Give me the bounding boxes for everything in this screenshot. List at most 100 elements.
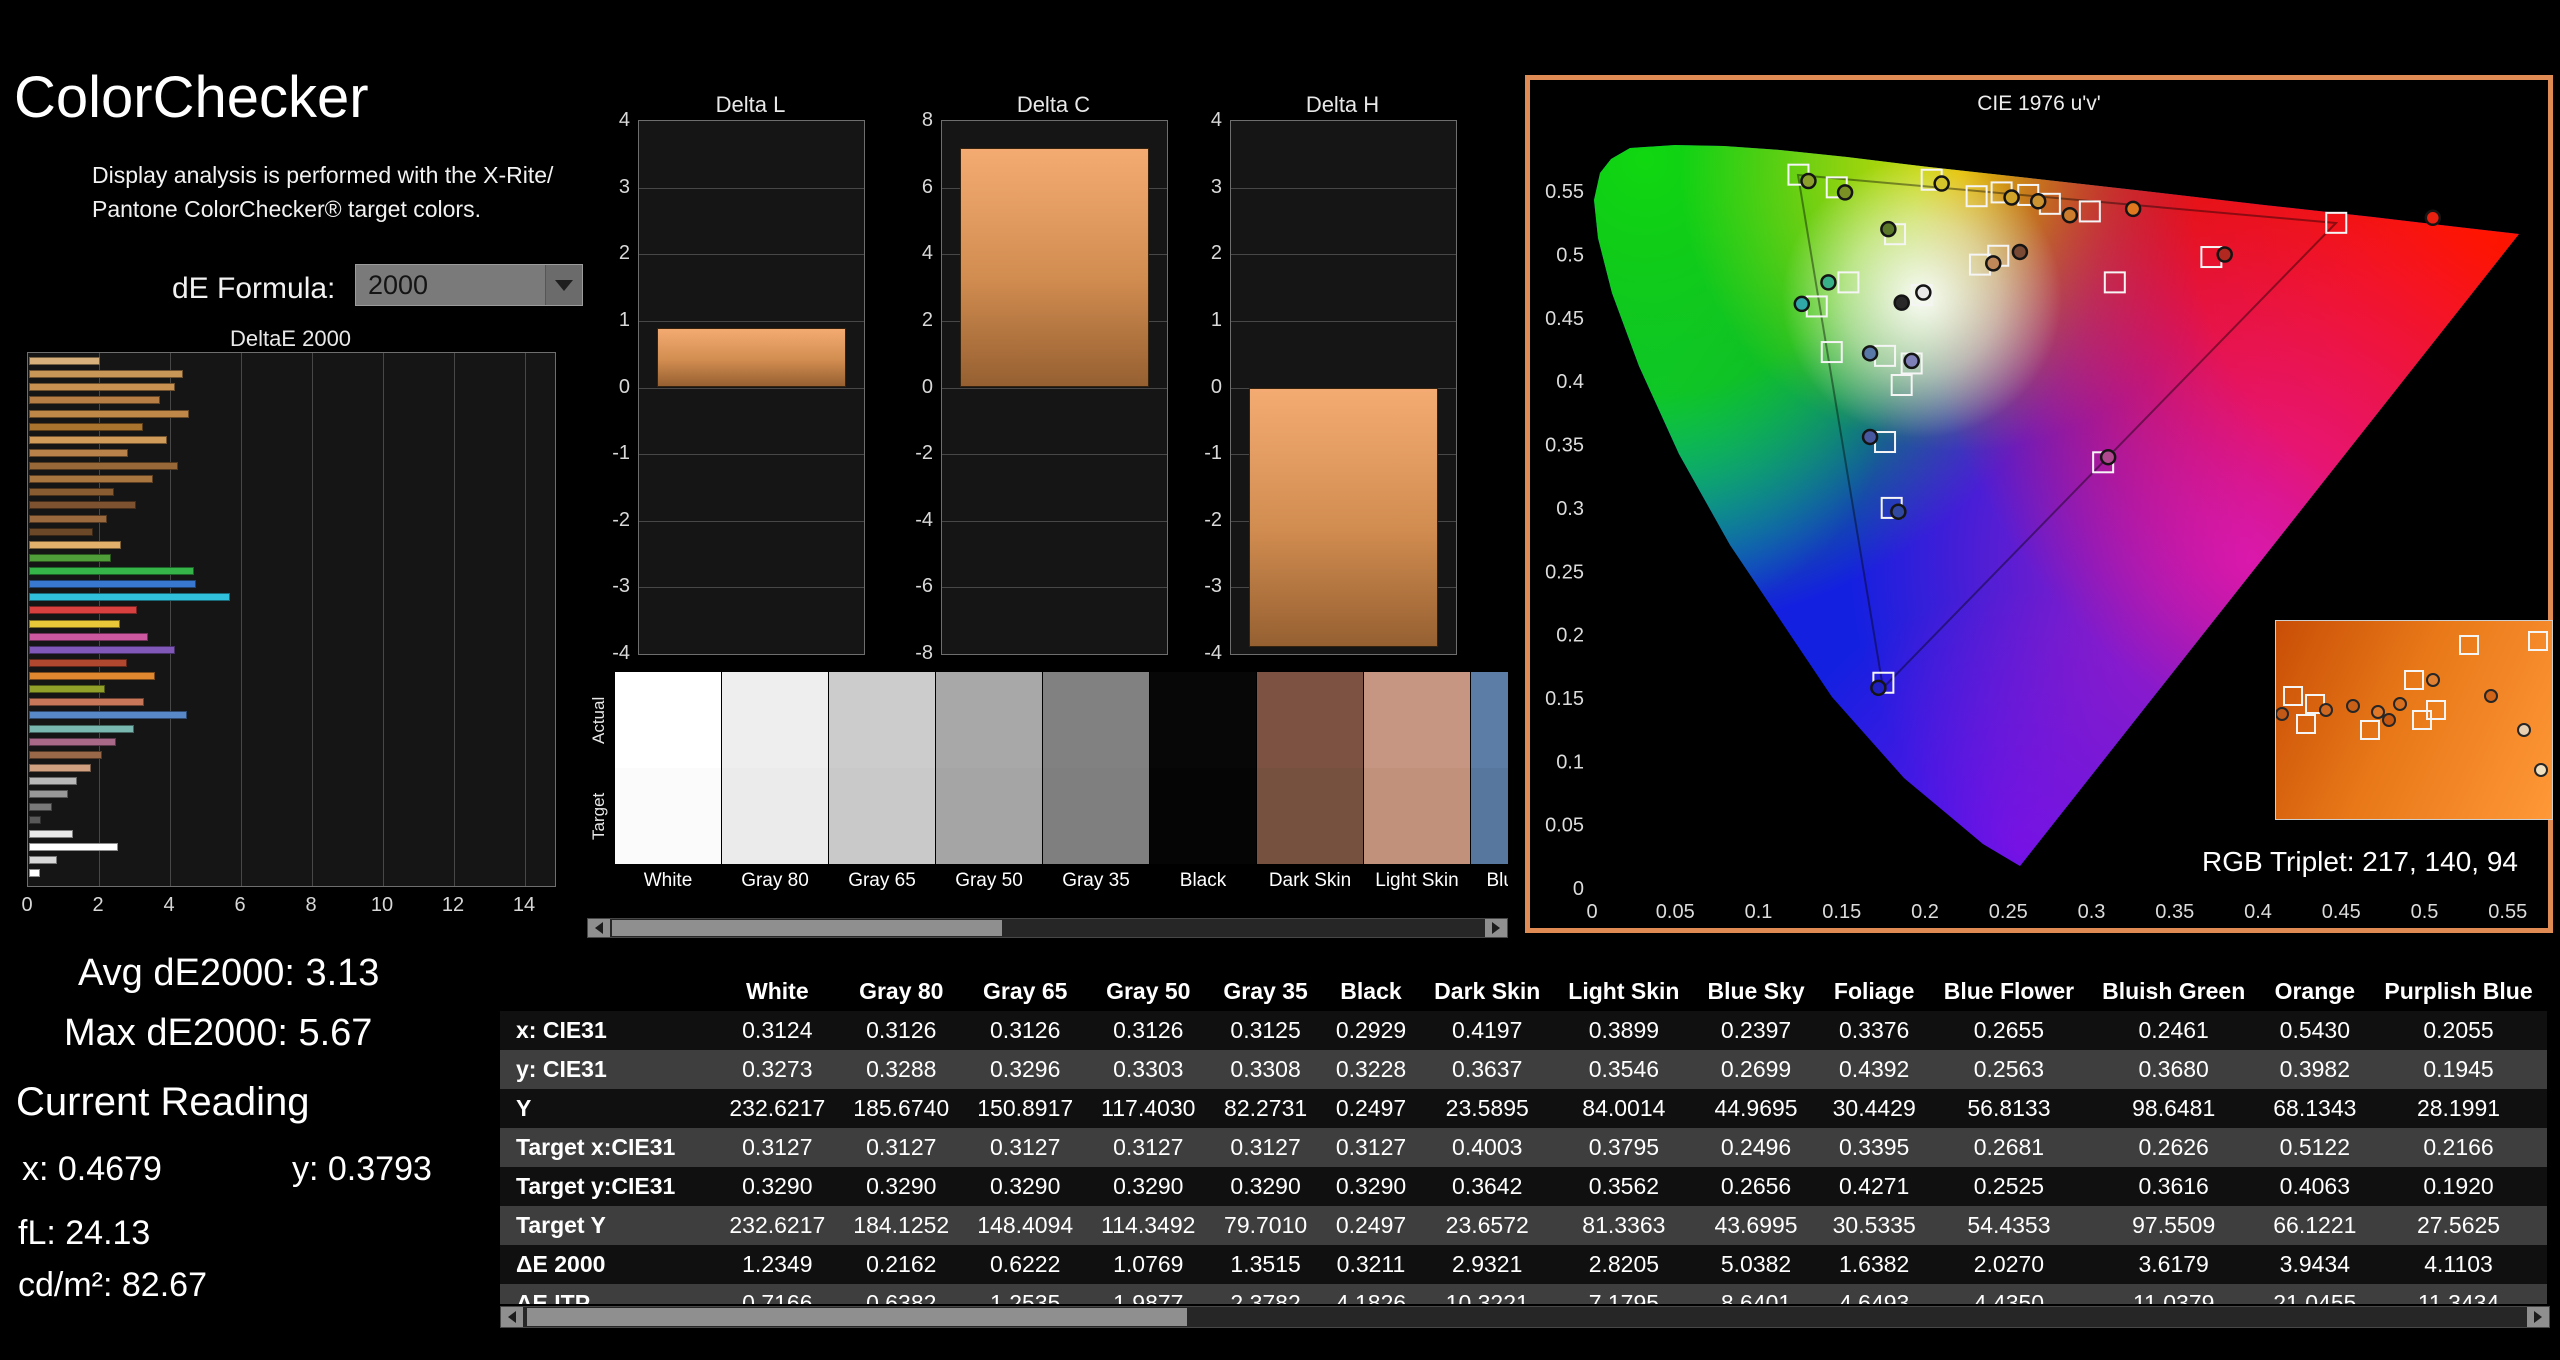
deltae-gridline xyxy=(241,353,242,886)
current-reading-label: Current Reading xyxy=(16,1080,310,1124)
table-cell: 0.3211 xyxy=(1336,1251,1406,1277)
cie-diagram-panel: 0 0.05 0.1 0.15 0.2 0.25 0.3 0.35 0.4 0.45 0.5 0.55… xyxy=(1525,75,2553,933)
table-cell: 0.4063 xyxy=(2279,1173,2351,1199)
table-cell: 1.6382 xyxy=(1839,1251,1910,1277)
swatch-target-color xyxy=(1257,768,1363,864)
table-cell: 0.4392 xyxy=(1839,1056,1910,1082)
delta_c-bar xyxy=(960,147,1149,388)
table-cell: 0.3546 xyxy=(1588,1056,1660,1082)
measured-marker xyxy=(2011,243,2029,261)
table-cell: 79.7010 xyxy=(1224,1212,1308,1238)
swatch-actual-color xyxy=(615,672,721,768)
cie-y-tick-label: 0.45 xyxy=(1545,308,1584,330)
deltae-bar xyxy=(29,829,74,838)
table-cell: 2.9321 xyxy=(1452,1251,1523,1277)
table-cell: 150.8917 xyxy=(977,1095,1074,1121)
delta-y-tick-label: -4 xyxy=(612,642,630,664)
cie-inset-zoom xyxy=(2275,620,2553,820)
table-cell: 0.2929 xyxy=(1335,1017,1407,1043)
scroll-right-button[interactable] xyxy=(2527,1307,2549,1327)
dropdown-arrow-icon[interactable] xyxy=(545,265,582,305)
table-cell: 2.8205 xyxy=(1588,1251,1660,1277)
table-cell: 0.3127 xyxy=(1230,1134,1301,1160)
cie-x-tick-label: 0.2 xyxy=(1911,901,1939,923)
table-cell: 4.4350 xyxy=(1973,1290,2045,1304)
table-cell: 97.5509 xyxy=(2132,1212,2216,1238)
delta-y-tick-label: 0 xyxy=(921,375,933,398)
table-cell: 1.9877 xyxy=(1113,1290,1184,1304)
table-scrollbar[interactable] xyxy=(500,1306,2550,1328)
description: Display analysis is performed with the X… xyxy=(92,158,553,226)
inset-measured-marker xyxy=(2533,762,2548,777)
table-cell: 185.6740 xyxy=(853,1095,950,1121)
swatch-scrollbar[interactable] xyxy=(587,918,1508,938)
delta-h-chart xyxy=(1230,120,1457,655)
deltae-bar xyxy=(29,553,111,562)
measured-marker xyxy=(2424,209,2442,227)
table-cell: 1.2349 xyxy=(742,1251,813,1277)
scroll-left-button[interactable] xyxy=(588,919,610,937)
table-cell: 0.3616 xyxy=(2138,1173,2209,1199)
table-cell: 0.4003 xyxy=(1452,1134,1523,1160)
table-cell: 0.3680 xyxy=(2138,1056,2209,1082)
table-cell: 4.1826 xyxy=(1335,1290,1407,1304)
delta-y-tick-label: -2 xyxy=(915,442,933,465)
delta-y-tick-label: -3 xyxy=(612,575,630,598)
measured-marker xyxy=(1836,184,1854,201)
column-header: Purplish Blue xyxy=(2370,972,2547,1011)
swatch-target-color xyxy=(1043,768,1149,864)
swatch-gray-80: Gray 80 xyxy=(722,672,828,900)
swatch-target-color xyxy=(829,768,935,864)
table-cell: 98.6481 xyxy=(2132,1095,2216,1121)
table-cell: 114.3492 xyxy=(1101,1212,1196,1238)
delta-l-chart xyxy=(638,120,865,655)
inset-measured-marker xyxy=(2382,713,2397,727)
table-cell: 0.3395 xyxy=(1839,1134,1910,1160)
deltae-bar xyxy=(29,409,189,418)
results-table: White Gray 80 Gray 65 Gray 50 Gray 35 Black Da… xyxy=(500,972,2547,1304)
swatch-label: Gray 50 xyxy=(955,870,1023,891)
table-cell: 0.3795 xyxy=(1588,1134,1660,1160)
deltae-gridline xyxy=(454,353,455,886)
table-row: Target Y 232.6217 184.1252 148.4094 114.3492… xyxy=(500,1206,2547,1245)
table-cell: 0.3642 xyxy=(1452,1173,1523,1199)
column-header: Gray 35 xyxy=(1209,972,1322,1011)
deltae-bar xyxy=(29,645,175,654)
deltae-bar xyxy=(29,803,53,812)
table-cell: 0.4271 xyxy=(1839,1173,1910,1199)
table-cell: 0.3127 xyxy=(990,1134,1061,1160)
delta-gridline xyxy=(639,454,864,456)
deltae-chart-title: DeltaE 2000 xyxy=(229,326,352,351)
cie-x-tick-label: 0.05 xyxy=(1656,901,1695,923)
table-cell: 56.8133 xyxy=(1967,1095,2051,1121)
table-cell: 5.0382 xyxy=(1720,1251,1792,1277)
table-cell: 0.1920 xyxy=(2423,1173,2494,1199)
delta-y-tick-label: -1 xyxy=(612,442,630,465)
deltae-x-tick-label: 4 xyxy=(163,894,175,916)
table-cell: 0.3125 xyxy=(1230,1017,1301,1043)
scroll-right-button[interactable] xyxy=(1485,919,1507,937)
deltae-bar xyxy=(29,790,69,799)
inset-measured-marker xyxy=(2484,689,2499,704)
deltae-bar xyxy=(29,619,120,628)
scroll-left-button[interactable] xyxy=(501,1307,523,1327)
cie-y-tick-label: 0.05 xyxy=(1545,815,1584,837)
table-cell: 0.6222 xyxy=(990,1251,1061,1277)
swatch-scrollbar-thumb[interactable] xyxy=(612,920,1002,936)
table-cell: 0.3228 xyxy=(1335,1056,1407,1082)
deltae-bar xyxy=(29,396,161,405)
table-scrollbar-thumb[interactable] xyxy=(527,1308,1187,1326)
table-cell: 0.2497 xyxy=(1335,1095,1407,1121)
table-cell: 0.3290 xyxy=(742,1173,813,1199)
table-cell: 4.6493 xyxy=(1839,1290,1910,1304)
table-cell: 0.2525 xyxy=(1973,1173,2045,1199)
table-cell: 0.3376 xyxy=(1839,1017,1910,1043)
table-cell: 81.3363 xyxy=(1582,1212,1666,1238)
delta-y-tick-label: -8 xyxy=(915,642,933,664)
measured-marker xyxy=(2029,193,2047,210)
measured-marker xyxy=(2003,189,2020,206)
cie-y-tick-label: 0.1 xyxy=(1556,751,1584,773)
de-formula-select[interactable]: 2000 xyxy=(355,264,583,306)
inset-measured-marker xyxy=(2517,722,2532,737)
table-cell: 0.3273 xyxy=(742,1056,813,1082)
